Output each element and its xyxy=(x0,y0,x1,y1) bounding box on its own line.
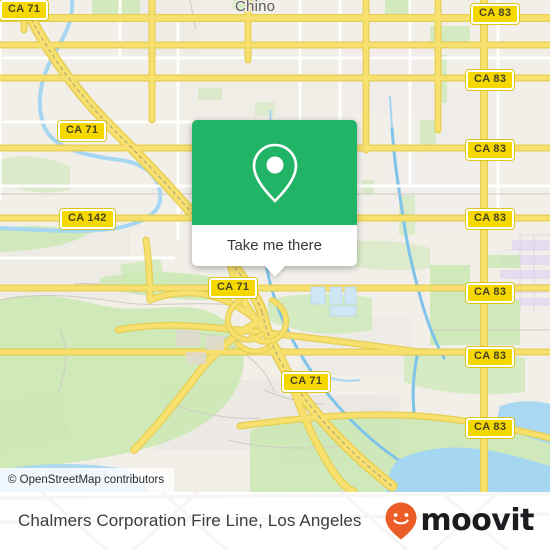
moovit-logo[interactable]: moovit xyxy=(384,501,534,541)
highway-shield[interactable]: CA 83 xyxy=(471,4,520,24)
location-popup-card[interactable]: Take me there xyxy=(192,120,357,277)
highway-shield[interactable]: CA 83 xyxy=(466,347,515,367)
place-label-chino: Chino xyxy=(235,0,276,15)
take-me-there-button[interactable]: Take me there xyxy=(192,225,357,266)
highway-shield[interactable]: CA 83 xyxy=(466,140,515,160)
highway-shield[interactable]: CA 83 xyxy=(466,283,515,303)
popup-pointer-tail xyxy=(263,265,286,277)
footer-bar: Chalmers Corporation Fire Line, Los Ange… xyxy=(0,492,550,550)
highway-shield[interactable]: CA 83 xyxy=(466,418,515,438)
take-me-there-label: Take me there xyxy=(226,237,323,254)
popup-header xyxy=(192,120,357,225)
highway-shield[interactable]: CA 71 xyxy=(58,121,107,141)
highway-shield[interactable]: CA 142 xyxy=(60,209,115,229)
highway-shield[interactable]: CA 71 xyxy=(209,278,258,298)
moovit-wordmark: moovit xyxy=(420,503,534,538)
highway-shield[interactable]: CA 83 xyxy=(466,70,515,90)
map-canvas[interactable]: Chino CA 71 CA 83 CA 83 CA 71 CA 83 CA 1… xyxy=(0,0,550,492)
highway-shield[interactable]: CA 71 xyxy=(0,0,49,20)
highway-shield[interactable]: CA 83 xyxy=(466,209,515,229)
map-pin-icon xyxy=(252,143,297,203)
map-attribution[interactable]: © OpenStreetMap contributors xyxy=(0,468,175,492)
moovit-map-screenshot: Chino CA 71 CA 83 CA 83 CA 71 CA 83 CA 1… xyxy=(0,0,550,550)
location-title: Chalmers Corporation Fire Line, Los Ange… xyxy=(18,511,362,530)
highway-shield[interactable]: CA 71 xyxy=(282,372,331,392)
moovit-smiley-pin-icon xyxy=(385,502,417,540)
